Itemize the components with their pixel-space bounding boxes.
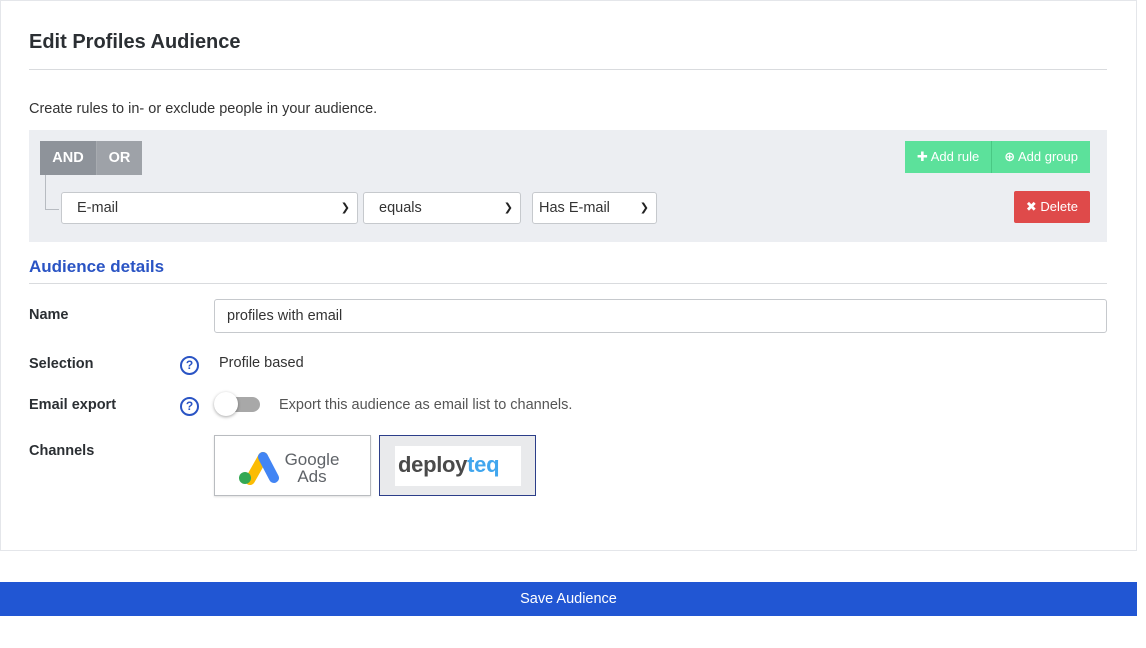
channel-google-ads[interactable]: Google Ads	[214, 435, 371, 496]
rule-value-value: Has E-mail	[539, 200, 610, 216]
intro-text: Create rules to in- or exclude people in…	[29, 101, 378, 117]
logic-and-button[interactable]: AND	[40, 141, 97, 175]
channel-deployteq[interactable]: deployteq	[379, 435, 536, 496]
google-ads-logo-icon	[239, 452, 279, 485]
google-ads-wordmark: Google Ads	[281, 451, 343, 485]
google-ads-line2: Ads	[297, 467, 327, 486]
audience-details-title: Audience details	[29, 257, 165, 276]
x-icon: ✖	[1025, 199, 1037, 214]
name-input[interactable]: profiles with email	[214, 299, 1107, 333]
plus-circle-icon: ⊕	[1004, 149, 1016, 164]
help-icon[interactable]: ?	[180, 356, 199, 375]
section-divider	[29, 283, 1107, 284]
selection-label: Selection	[29, 356, 94, 372]
save-audience-button[interactable]: Save Audience	[0, 582, 1137, 616]
chevron-down-icon: ❯	[639, 202, 649, 214]
add-rule-button[interactable]: ✚ Add rule	[904, 141, 992, 173]
add-group-button[interactable]: ⊕ Add group	[991, 141, 1090, 173]
rule-builder: AND OR E-mail ❯ equals ❯ Has E-mail ❯ ✚ …	[29, 130, 1107, 242]
add-group-label: Add group	[1018, 149, 1078, 164]
deployteq-wordmark: deployteq	[398, 452, 500, 478]
rule-actions: ✚ Add rule ⊕ Add group	[904, 141, 1090, 173]
email-export-description: Export this audience as email list to ch…	[279, 397, 573, 413]
help-icon[interactable]: ?	[180, 397, 199, 416]
audience-card: Edit Profiles Audience Create rules to i…	[0, 0, 1137, 551]
chevron-down-icon: ❯	[340, 202, 350, 214]
selection-value: Profile based	[219, 355, 304, 371]
rule-operator-value: equals	[379, 200, 422, 216]
email-export-label: Email export	[29, 397, 117, 413]
deployteq-part1: deploy	[398, 452, 468, 477]
logic-toggle: AND OR	[40, 141, 142, 175]
deployteq-logo: deployteq	[395, 446, 521, 486]
email-export-toggle[interactable]	[214, 392, 260, 416]
logic-or-button[interactable]: OR	[97, 141, 142, 175]
plus-icon: ✚	[916, 149, 928, 164]
page-title: Edit Profiles Audience	[29, 31, 241, 53]
channels-label: Channels	[29, 443, 95, 459]
rule-operator-select[interactable]: equals ❯	[363, 192, 521, 224]
toggle-knob	[214, 392, 238, 416]
rule-field-select[interactable]: E-mail ❯	[61, 192, 358, 224]
delete-rule-button[interactable]: ✖ Delete	[1013, 191, 1090, 223]
name-label: Name	[29, 307, 69, 323]
delete-label: Delete	[1040, 199, 1078, 214]
deployteq-part2: teq	[467, 452, 500, 477]
title-divider	[29, 69, 1107, 70]
chevron-down-icon: ❯	[503, 202, 513, 214]
rule-tree-connector	[45, 175, 59, 210]
add-rule-label: Add rule	[930, 149, 980, 164]
rule-field-value: E-mail	[77, 200, 119, 216]
rule-value-select[interactable]: Has E-mail ❯	[532, 192, 657, 224]
